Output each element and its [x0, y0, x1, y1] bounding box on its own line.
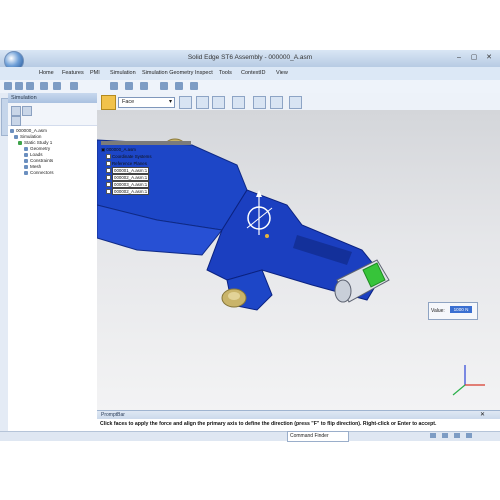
settings-icon[interactable]	[11, 116, 21, 126]
preview-icon[interactable]	[270, 96, 283, 109]
force-origin	[265, 234, 269, 238]
simulation-tree: 000000_A.asm Simulation Static Study 1 G…	[10, 128, 54, 176]
chevron-down-icon: ▾	[168, 99, 172, 105]
assembly-icon	[10, 128, 14, 133]
overlay-item[interactable]: 000001_A.asm:1	[101, 167, 183, 174]
selection-type-dropdown[interactable]: Face ▾	[118, 97, 175, 108]
close-button[interactable]: ✕	[482, 53, 496, 63]
print-icon[interactable]	[70, 82, 78, 90]
tab-tools[interactable]: Tools	[219, 70, 232, 76]
fit-view-icon[interactable]	[454, 433, 460, 438]
tab-inspect[interactable]: Inspect	[195, 70, 213, 76]
zoom-icon[interactable]	[125, 82, 133, 90]
overlay-item[interactable]: Reference Planes	[101, 160, 183, 167]
tab-simulation-geometry[interactable]: Simulation Geometry	[142, 70, 193, 76]
rotate-icon[interactable]	[175, 82, 183, 90]
status-bar	[0, 431, 500, 441]
tab-view[interactable]: View	[276, 70, 288, 76]
tab-pmi[interactable]: PMI	[90, 70, 100, 76]
promptbar-title: PromptBar	[101, 412, 125, 418]
pin-end-face	[334, 279, 352, 303]
constraints-icon	[24, 158, 28, 163]
study-status-icon	[18, 140, 22, 145]
close-icon[interactable]: ✕	[480, 411, 485, 418]
accept-icon[interactable]	[289, 96, 302, 109]
undo-icon[interactable]	[40, 82, 48, 90]
study-icon[interactable]	[11, 106, 21, 116]
checkbox[interactable]	[106, 175, 111, 181]
tab-contextid[interactable]: ContextID	[241, 70, 265, 76]
connectors-icon	[24, 170, 28, 175]
overlay-item[interactable]: Coordinate Systems	[101, 153, 183, 160]
flip-direction-icon[interactable]	[212, 96, 225, 109]
value-label: Value:	[431, 308, 445, 314]
face-select-icon[interactable]	[179, 96, 192, 109]
loads-icon	[24, 152, 28, 157]
filter-icon[interactable]	[22, 106, 32, 116]
tab-features[interactable]: Features	[62, 70, 84, 76]
assembly-path-finder: ▣ 000000_A.asm Coordinate Systems Refere…	[101, 146, 183, 195]
tree-item-connectors[interactable]: Connectors	[10, 170, 54, 176]
path-finder-header	[101, 141, 191, 145]
geometry-icon	[24, 146, 28, 151]
value-input[interactable]: 1000 N	[450, 306, 472, 313]
redo-icon[interactable]	[53, 82, 61, 90]
prompt-message: Click faces to apply the force and align…	[100, 421, 437, 427]
distribution-icon[interactable]	[232, 96, 245, 109]
view-orient-icon[interactable]	[190, 82, 198, 90]
checkbox[interactable]	[106, 154, 111, 160]
command-finder-label: Command Finder	[290, 433, 329, 439]
force-load-icon[interactable]	[101, 95, 116, 110]
direction-icon[interactable]	[196, 96, 209, 109]
pane-title: Simulation	[11, 95, 37, 101]
overlay-item[interactable]: 000003_A.asm:1	[101, 181, 183, 188]
checkbox[interactable]	[106, 161, 111, 167]
mesh-icon	[24, 164, 28, 169]
y-axis	[452, 384, 466, 396]
overlay-item[interactable]: 000002_A.asm:1	[101, 188, 183, 195]
simulation-icon	[14, 134, 18, 139]
rotate-view-icon[interactable]	[466, 433, 472, 438]
bushing-bottom-face	[228, 292, 240, 300]
minimize-button[interactable]: –	[452, 53, 466, 63]
overlay-item[interactable]: 000002_A.asm:1	[101, 174, 183, 181]
view-mode-icon[interactable]	[430, 433, 436, 438]
fit-icon[interactable]	[140, 82, 148, 90]
window-title: Solid Edge ST6 Assembly - 000000_A.asm	[187, 54, 313, 61]
pan-icon[interactable]	[160, 82, 168, 90]
assembly-icon: ▣	[101, 147, 106, 152]
tab-home[interactable]: Home	[39, 70, 54, 76]
select-tool-icon[interactable]	[110, 82, 118, 90]
overlay-item[interactable]: ▣ 000000_A.asm	[101, 146, 183, 153]
zoom-area-icon[interactable]	[442, 433, 448, 438]
checkbox[interactable]	[106, 189, 111, 195]
units-icon[interactable]	[253, 96, 266, 109]
new-icon[interactable]	[4, 82, 12, 90]
open-icon[interactable]	[15, 82, 23, 90]
checkbox[interactable]	[106, 182, 111, 188]
save-icon[interactable]	[26, 82, 34, 90]
maximize-button[interactable]: ▢	[467, 53, 481, 63]
tab-simulation[interactable]: Simulation	[110, 70, 136, 76]
checkbox[interactable]	[106, 168, 111, 174]
